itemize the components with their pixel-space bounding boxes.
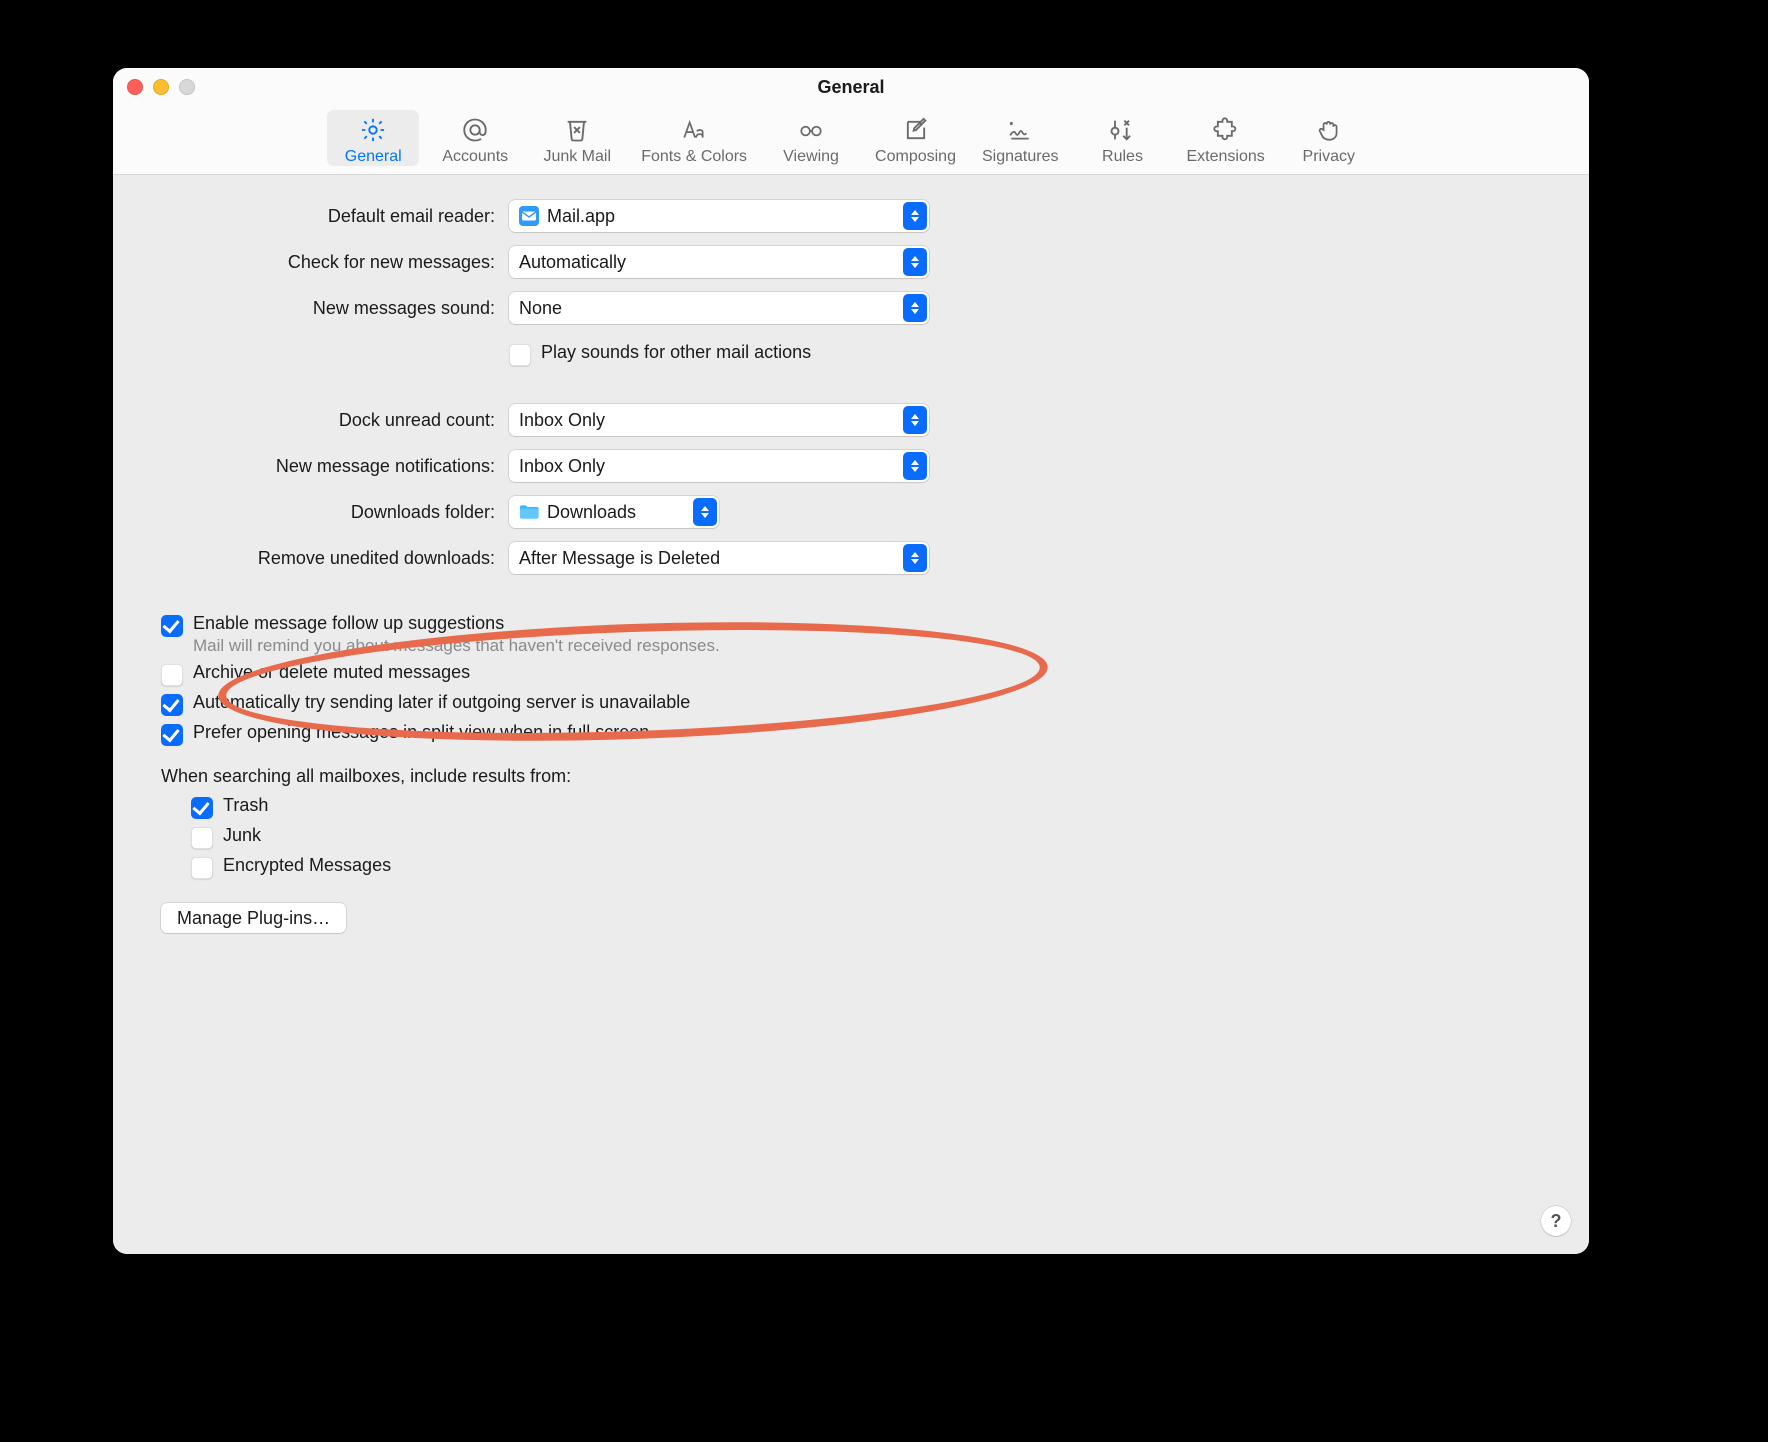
chevron-updown-icon [903,248,927,276]
font-icon [677,116,711,144]
popup-check-new[interactable]: Automatically [509,246,929,278]
label-new-sound: New messages sound: [131,298,499,319]
checkbox-play-sounds[interactable] [509,344,531,366]
tab-junk-mail[interactable]: Junk Mail [531,110,623,166]
popup-downloads-folder[interactable]: Downloads [509,496,719,528]
button-label: Manage Plug-ins… [177,908,330,929]
popup-value: Automatically [519,252,626,273]
label-archive-muted: Archive or delete muted messages [193,662,470,683]
label-junk: Junk [223,825,261,846]
preferences-toolbar: General Accounts Junk Mail Fonts & Color… [113,106,1589,175]
label-downloads-folder: Downloads folder: [131,502,499,523]
tab-label: Fonts & Colors [641,148,747,166]
label-notifications: New message notifications: [131,456,499,477]
gear-icon [356,116,390,144]
close-button[interactable] [127,79,143,95]
popup-value: Inbox Only [519,410,605,431]
label-retry-send: Automatically try sending later if outgo… [193,692,690,713]
checkbox-trash[interactable] [191,797,213,819]
chevron-updown-icon [903,452,927,480]
tab-label: Viewing [783,148,839,166]
tab-label: General [345,148,402,166]
popup-default-reader[interactable]: Mail.app [509,200,929,232]
popup-value: Mail.app [547,206,615,227]
puzzle-icon [1209,116,1243,144]
tab-extensions[interactable]: Extensions [1178,110,1272,166]
help-button[interactable]: ? [1541,1206,1571,1236]
tab-viewing[interactable]: Viewing [765,110,857,166]
zoom-button[interactable] [179,79,195,95]
tab-general[interactable]: General [327,110,419,166]
popup-value: None [519,298,562,319]
titlebar: General [113,68,1589,106]
tab-label: Junk Mail [543,148,611,166]
hand-icon [1312,116,1346,144]
popup-value: Inbox Only [519,456,605,477]
signature-icon [1003,116,1037,144]
tab-rules[interactable]: Rules [1076,110,1168,166]
popup-notifications[interactable]: Inbox Only [509,450,929,482]
tab-privacy[interactable]: Privacy [1283,110,1375,166]
traffic-lights [127,79,195,95]
checkbox-archive-muted[interactable] [161,664,183,686]
popup-dock-count[interactable]: Inbox Only [509,404,929,436]
tab-label: Privacy [1303,148,1355,166]
chevron-updown-icon [693,498,717,526]
mail-app-icon [519,206,539,226]
popup-value: Downloads [547,502,636,523]
label-remove-downloads: Remove unedited downloads: [131,548,499,569]
compose-icon [899,116,933,144]
window-title: General [817,77,884,98]
help-label: ? [1551,1211,1562,1232]
checkbox-encrypted[interactable] [191,857,213,879]
tab-label: Composing [875,148,956,166]
rules-icon [1105,116,1139,144]
checkbox-junk[interactable] [191,827,213,849]
checkbox-split-view[interactable] [161,724,183,746]
label-default-reader: Default email reader: [131,206,499,227]
tab-fonts-colors[interactable]: Fonts & Colors [633,110,755,166]
tab-label: Rules [1102,148,1143,166]
general-pane: Default email reader: Mail.app Check for… [113,175,1589,1254]
chevron-updown-icon [903,294,927,322]
popup-value: After Message is Deleted [519,548,720,569]
checkbox-retry-send[interactable] [161,694,183,716]
tab-accounts[interactable]: Accounts [429,110,521,166]
trash-bin-icon [560,116,594,144]
tab-label: Accounts [442,148,508,166]
preferences-window: General General Accounts Junk Mail [113,68,1589,1254]
tab-label: Signatures [982,148,1059,166]
chevron-updown-icon [903,544,927,572]
chevron-updown-icon [903,406,927,434]
tab-label: Extensions [1186,148,1264,166]
manage-plugins-button[interactable]: Manage Plug-ins… [161,903,346,933]
label-search-intro: When searching all mailboxes, include re… [161,766,1571,787]
minimize-button[interactable] [153,79,169,95]
label-follow-up-sub: Mail will remind you about messages that… [193,636,720,656]
label-check-new: Check for new messages: [131,252,499,273]
popup-remove-downloads[interactable]: After Message is Deleted [509,542,929,574]
label-split-view: Prefer opening messages in split view wh… [193,722,649,743]
checkbox-follow-up[interactable] [161,615,183,637]
at-sign-icon [458,116,492,144]
chevron-updown-icon [903,202,927,230]
glasses-icon [794,116,828,144]
label-play-sounds: Play sounds for other mail actions [541,342,811,363]
folder-icon [519,502,539,522]
tab-composing[interactable]: Composing [867,110,964,166]
label-dock-count: Dock unread count: [131,410,499,431]
label-encrypted: Encrypted Messages [223,855,391,876]
popup-new-sound[interactable]: None [509,292,929,324]
tab-signatures[interactable]: Signatures [974,110,1067,166]
label-trash: Trash [223,795,268,816]
label-follow-up: Enable message follow up suggestions [193,613,720,634]
